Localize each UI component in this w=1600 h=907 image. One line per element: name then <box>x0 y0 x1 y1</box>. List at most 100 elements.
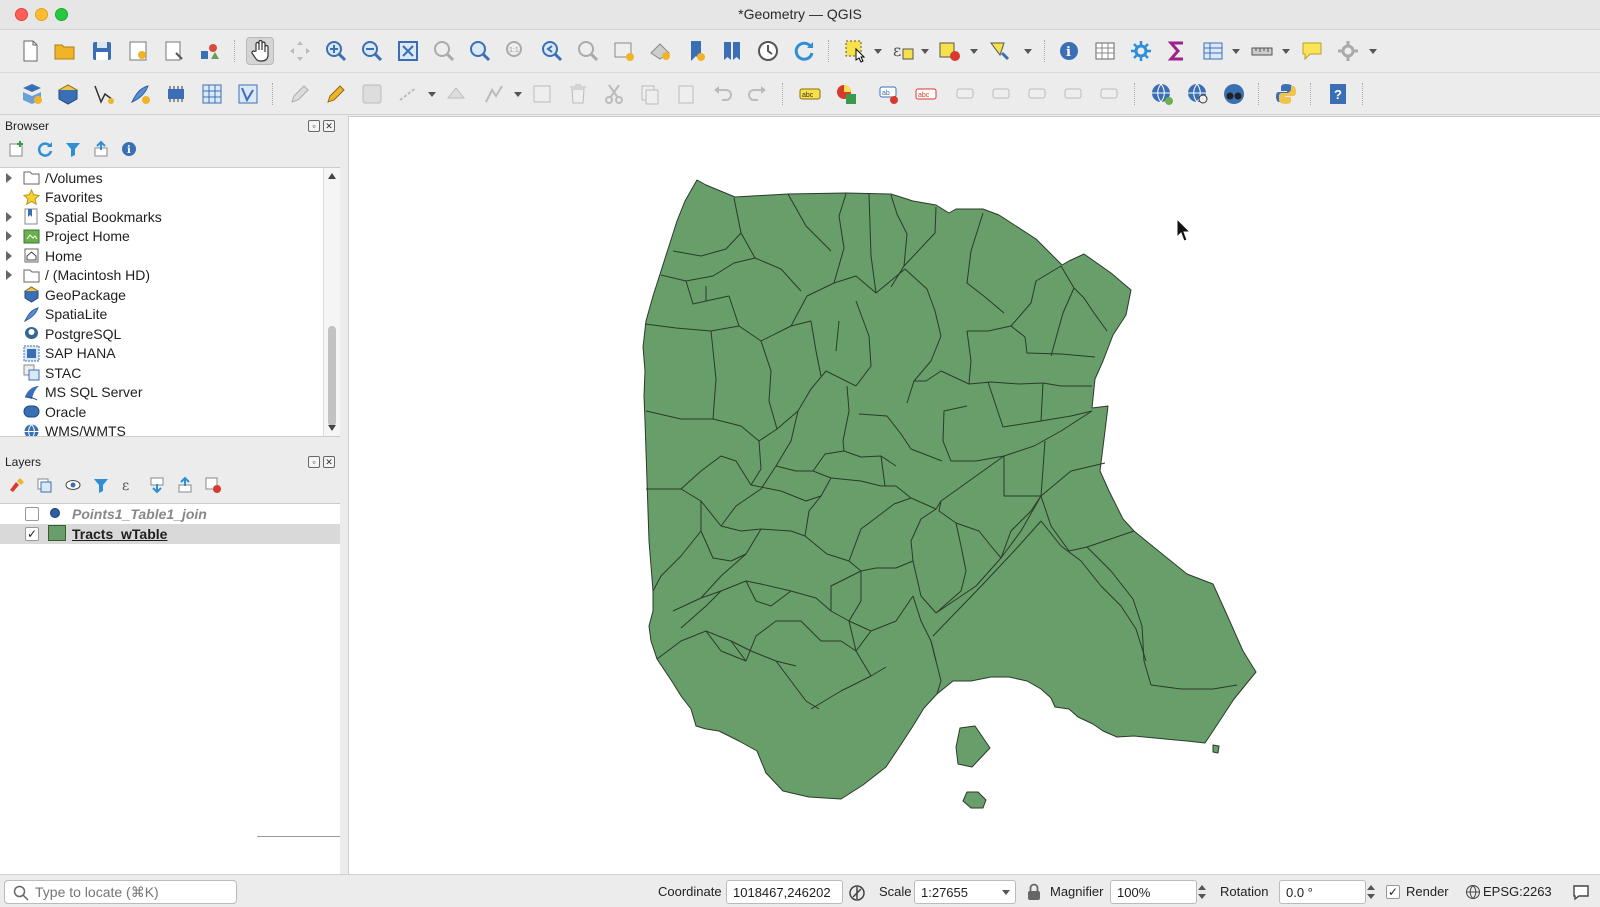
close-panel-icon[interactable]: ✕ <box>323 120 335 132</box>
float-panel-icon[interactable]: ▫ <box>308 456 320 468</box>
zoom-last-icon[interactable] <box>538 37 566 65</box>
scroll-thumb[interactable] <box>328 326 336 426</box>
paste-features-icon[interactable] <box>672 80 700 108</box>
layer-row-tracts-wtable[interactable]: ✓ Tracts_wTable <box>0 524 340 544</box>
map-canvas[interactable] <box>348 116 1600 874</box>
osm-place-search-icon[interactable] <box>1220 80 1248 108</box>
select-by-expression-icon[interactable]: ε <box>889 37 917 65</box>
new-project-icon[interactable] <box>16 37 44 65</box>
browser-item[interactable]: Spatial Bookmarks <box>0 207 322 226</box>
zoom-next-icon[interactable] <box>574 37 602 65</box>
map-tips-icon[interactable] <box>1298 37 1326 65</box>
browser-item[interactable]: SpatiaLite <box>0 305 322 324</box>
magnifier-spinner[interactable] <box>1195 880 1209 904</box>
redo-icon[interactable] <box>744 80 772 108</box>
filter-legend-icon[interactable] <box>90 474 112 496</box>
statistical-summary-icon[interactable] <box>1163 37 1191 65</box>
browser-item[interactable]: PostgreSQL <box>0 324 322 343</box>
zoom-to-selection-icon[interactable] <box>430 37 458 65</box>
layout-manager-icon[interactable] <box>160 37 188 65</box>
zoom-native-icon[interactable]: 1:1 <box>502 37 530 65</box>
label-properties-icon[interactable] <box>1096 80 1124 108</box>
magnifier-field[interactable]: 100% <box>1110 880 1197 904</box>
locator-search[interactable] <box>4 880 237 904</box>
browser-item[interactable]: Project Home <box>0 227 322 246</box>
rotation-field[interactable]: 0.0 ° <box>1279 880 1366 904</box>
deselect-features-icon[interactable] <box>936 37 964 65</box>
data-source-manager-icon[interactable] <box>18 80 46 108</box>
coordinate-field[interactable]: 1018467,246202 <box>726 880 843 904</box>
zoom-to-layer-icon[interactable] <box>466 37 494 65</box>
layer-diagram-options-icon[interactable] <box>832 80 860 108</box>
help-icon[interactable]: ? <box>1324 80 1352 108</box>
expand-arrow-icon[interactable] <box>6 231 12 241</box>
float-panel-icon[interactable]: ▫ <box>308 120 320 132</box>
browser-item[interactable]: STAC <box>0 363 322 382</box>
layer-labeling-options-icon[interactable]: abc <box>796 80 824 108</box>
zoom-in-icon[interactable] <box>322 37 350 65</box>
expand-arrow-icon[interactable] <box>6 250 12 261</box>
new-memory-layer-icon[interactable] <box>162 80 190 108</box>
rotation-spinner[interactable] <box>1364 880 1378 904</box>
browser-item[interactable]: Favorites <box>0 188 322 207</box>
render-checkbox[interactable]: ✓ <box>1386 885 1400 899</box>
actions-gear-icon[interactable] <box>1334 37 1362 65</box>
new-virtual-vector-icon[interactable] <box>234 80 262 108</box>
new-3d-map-icon[interactable] <box>646 37 674 65</box>
python-console-icon[interactable] <box>1272 80 1300 108</box>
digitize-line-icon[interactable] <box>394 80 422 108</box>
remove-layer-icon[interactable] <box>202 474 224 496</box>
browser-item[interactable]: Home <box>0 246 322 265</box>
zoom-full-icon[interactable] <box>394 37 422 65</box>
expand-arrow-icon[interactable] <box>6 270 12 280</box>
messages-icon[interactable] <box>1572 883 1590 904</box>
add-group-icon[interactable] <box>34 474 56 496</box>
tract-islet[interactable] <box>1212 744 1220 754</box>
collapse-all-layers-icon[interactable] <box>174 474 196 496</box>
lock-scale-icon[interactable] <box>1027 883 1041 904</box>
tract-mainland[interactable] <box>642 179 1257 800</box>
pan-to-selection-icon[interactable] <box>286 37 314 65</box>
scroll-down-icon[interactable] <box>328 425 336 431</box>
scroll-up-icon[interactable] <box>328 173 336 179</box>
add-wms-layer-icon[interactable] <box>1148 80 1176 108</box>
delete-selected-icon[interactable] <box>564 80 592 108</box>
layer-visibility-checkbox[interactable]: ✓ <box>25 527 39 541</box>
layer-styling-icon[interactable] <box>6 474 28 496</box>
toggle-editing-icon[interactable] <box>322 80 350 108</box>
crs-label[interactable]: EPSG:2263 <box>1483 884 1552 899</box>
show-hide-labels-icon[interactable] <box>1060 80 1088 108</box>
scale-combobox[interactable]: 1:27655 <box>914 880 1016 904</box>
show-bookmarks-icon[interactable] <box>718 37 746 65</box>
pan-map-icon[interactable] <box>246 37 274 65</box>
chevron-down-icon[interactable] <box>1002 890 1010 895</box>
new-spatialite-layer-icon[interactable] <box>126 80 154 108</box>
rotate-label-icon[interactable] <box>988 80 1016 108</box>
save-layer-edits-icon[interactable] <box>358 80 386 108</box>
new-shapefile-layer-icon[interactable] <box>90 80 118 108</box>
crs-globe-icon[interactable] <box>1465 884 1481 903</box>
modify-attributes-icon[interactable] <box>480 80 508 108</box>
identify-features-icon[interactable]: i <box>1055 37 1083 65</box>
refresh-browser-icon[interactable] <box>34 138 56 160</box>
open-attribute-table-icon[interactable] <box>1091 37 1119 65</box>
metasearch-icon[interactable] <box>1184 80 1212 108</box>
new-virtual-layer-icon[interactable] <box>198 80 226 108</box>
new-map-view-icon[interactable] <box>610 37 638 65</box>
save-project-icon[interactable] <box>88 37 116 65</box>
collapse-all-icon[interactable] <box>90 138 112 160</box>
highlight-labels-icon[interactable]: abc <box>912 80 940 108</box>
browser-item[interactable]: /Volumes <box>0 168 322 187</box>
copy-features-icon[interactable] <box>636 80 664 108</box>
vertex-tool-icon[interactable] <box>442 80 470 108</box>
browser-item[interactable]: / (Macintosh HD) <box>0 266 322 285</box>
layer-visibility-checkbox[interactable] <box>25 507 39 521</box>
expand-arrow-icon[interactable] <box>6 211 12 222</box>
locator-input[interactable] <box>35 883 230 901</box>
manage-map-themes-icon[interactable] <box>62 474 84 496</box>
processing-toolbox-icon[interactable] <box>1127 37 1155 65</box>
cut-features-icon[interactable] <box>600 80 628 108</box>
layer-row-points1-table1-join[interactable]: Points1_Table1_join <box>0 504 340 524</box>
expand-all-icon[interactable] <box>146 474 168 496</box>
select-location-icon[interactable] <box>986 37 1014 65</box>
